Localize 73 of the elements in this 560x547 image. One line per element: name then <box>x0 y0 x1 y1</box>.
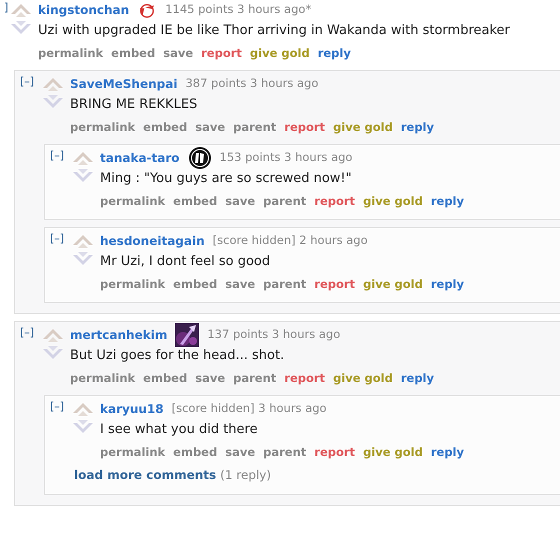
collapse-toggle[interactable]: [–] <box>20 75 42 135</box>
collapse-toggle[interactable]: [–] <box>20 326 42 386</box>
comment-action-link[interactable]: save <box>195 119 226 135</box>
comment-action-link[interactable]: permalink <box>70 119 136 135</box>
comment-text: Mr Uzi, I dont feel so good <box>100 253 272 271</box>
comment-action-link[interactable]: reply <box>400 370 434 386</box>
collapse-toggle[interactable]: ] <box>4 1 10 61</box>
comment-text: I see what you did there <box>100 421 259 439</box>
comment-text: Uzi with upgraded IE be like Thor arriving in Wakanda with stormbreaker <box>38 22 511 40</box>
comment-action-link[interactable]: report <box>284 370 326 386</box>
comment-text: BRING ME REKKLES <box>70 96 198 114</box>
comment-tagline: [score hidden] 2 hours ago <box>212 232 368 250</box>
comment-action-link[interactable]: embed <box>173 276 218 292</box>
vote-arrows-icon[interactable] <box>72 151 94 185</box>
vote-arrows-icon[interactable] <box>42 328 64 362</box>
username-link[interactable]: SaveMeShenpai <box>70 75 178 93</box>
comment-action-link[interactable]: parent <box>263 193 306 209</box>
comment-action-link[interactable]: report <box>284 119 326 135</box>
load-more-link[interactable]: load more comments <box>74 468 216 482</box>
comment-action-link[interactable]: save <box>163 45 194 61</box>
comment-action-link[interactable]: reply <box>400 119 434 135</box>
username-link[interactable]: tanaka-taro <box>100 149 180 167</box>
vote-arrows-icon[interactable] <box>72 402 94 436</box>
collapse-toggle[interactable]: [–] <box>50 400 72 460</box>
username-link[interactable]: mertcanhekim <box>70 326 168 344</box>
comment-action-link[interactable]: parent <box>263 444 306 460</box>
comment-action-link[interactable]: report <box>314 276 356 292</box>
comment-action-link[interactable]: permalink <box>100 193 166 209</box>
comment-action-link[interactable]: save <box>225 193 256 209</box>
comment-tagline: [score hidden] 3 hours ago <box>172 400 327 418</box>
comment-action-link[interactable]: save <box>225 444 256 460</box>
comment-action-link[interactable]: give gold <box>333 370 393 386</box>
comment-action-link[interactable]: give gold <box>250 45 310 61</box>
comment-action-link[interactable]: permalink <box>100 276 166 292</box>
comment-action-link[interactable]: parent <box>233 370 276 386</box>
comment-action-link[interactable]: permalink <box>70 370 136 386</box>
comment-action-link[interactable]: permalink <box>100 444 166 460</box>
comment-tagline: 387 points 3 hours ago <box>185 75 318 92</box>
comment-action-link[interactable]: embed <box>111 45 156 61</box>
comment-action-link[interactable]: give gold <box>363 193 423 209</box>
comment-action-link[interactable]: embed <box>143 119 188 135</box>
comment-action-link[interactable]: report <box>314 444 356 460</box>
comment-action-link[interactable]: embed <box>143 370 188 386</box>
comment-action-link[interactable]: give gold <box>363 444 423 460</box>
comment-action-link[interactable]: embed <box>173 444 218 460</box>
comment-action-link[interactable]: save <box>195 370 226 386</box>
username-link[interactable]: kingstonchan <box>38 1 130 19</box>
comment-action-link[interactable]: give gold <box>363 276 423 292</box>
collapse-toggle[interactable]: [–] <box>50 149 72 209</box>
vote-arrows-icon[interactable] <box>42 77 64 111</box>
comment-action-link[interactable]: reply <box>430 276 464 292</box>
comment-action-link[interactable]: reply <box>430 444 464 460</box>
comment-action-link[interactable]: save <box>225 276 256 292</box>
comment-action-link[interactable]: permalink <box>38 45 104 61</box>
reply-count: (1 reply) <box>220 468 272 482</box>
comment-action-link[interactable]: report <box>314 193 356 209</box>
comment-text: Ming : "You guys are so screwed now!" <box>100 170 353 188</box>
comment-action-link[interactable]: give gold <box>333 119 393 135</box>
comment-tagline: 1145 points 3 hours ago* <box>165 1 312 18</box>
comment-action-link[interactable]: parent <box>233 119 276 135</box>
comment-action-link[interactable]: parent <box>263 276 306 292</box>
vote-arrows-icon[interactable] <box>10 3 32 37</box>
comment-tagline: 153 points 3 hours ago <box>220 149 352 166</box>
comment-action-link[interactable]: reply <box>318 45 351 61</box>
username-link[interactable]: karyuu18 <box>100 400 164 418</box>
comment-action-link[interactable]: reply <box>430 193 464 209</box>
comment-tagline: 137 points 3 hours ago <box>207 326 340 344</box>
comment-action-link[interactable]: embed <box>173 193 218 209</box>
collapse-toggle[interactable]: [–] <box>50 232 72 292</box>
comment-action-link[interactable]: report <box>201 45 242 61</box>
username-link[interactable]: hesdoneitagain <box>100 232 205 250</box>
vote-arrows-icon[interactable] <box>72 234 94 268</box>
comment-text: But Uzi goes for the head... shot. <box>70 347 286 365</box>
